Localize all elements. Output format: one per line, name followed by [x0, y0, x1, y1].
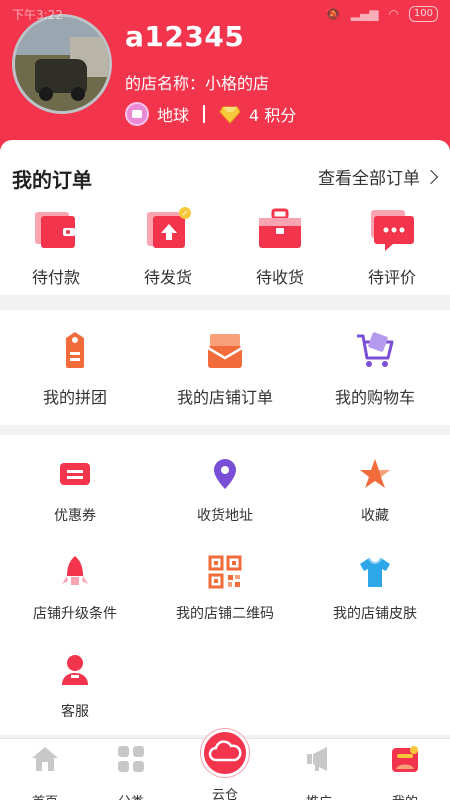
user-icon [392, 746, 418, 772]
view-all-label: 查看全部订单 [318, 169, 420, 189]
nav-promotion[interactable]: 推广 [274, 745, 364, 800]
megaphone-icon [307, 747, 327, 771]
cloud-button[interactable] [201, 729, 249, 777]
svg-text:✓: ✓ [182, 209, 189, 218]
feature-section-primary: 我的拼团 我的店铺订单 我的购物车 [0, 310, 450, 425]
order-label: 待评价 [367, 268, 416, 287]
order-label: 待发货 [143, 268, 192, 287]
my-group-buy[interactable]: 我的拼团 [0, 332, 150, 408]
chevron-right-icon [423, 169, 439, 184]
coupons[interactable]: 优惠券 [0, 457, 150, 525]
view-all-orders-link[interactable]: 查看全部订单 [318, 164, 439, 189]
level-label: 地球 [157, 106, 190, 125]
diamond-icon [219, 106, 241, 124]
nav-label: 我的 [360, 791, 450, 800]
feature-label: 优惠券 [54, 508, 96, 524]
my-shop-skin[interactable]: 我的店铺皮肤 [300, 555, 450, 623]
order-pending-payment[interactable]: 待付款 [0, 206, 112, 288]
orders-title: 我的订单 [12, 168, 92, 192]
nav-label: 云仓 [211, 788, 238, 800]
mail-icon [207, 334, 243, 368]
favorites[interactable]: 收藏 [300, 457, 450, 525]
nav-mine[interactable]: 我的 [360, 745, 450, 800]
profile-meta: 地球 4 积分 [125, 102, 296, 126]
feature-label: 我的店铺皮肤 [333, 606, 417, 622]
rocket-icon [62, 556, 88, 585]
points-label[interactable]: 4 积分 [249, 102, 296, 126]
order-pending-shipment[interactable]: ✓ 待发货 [112, 206, 224, 288]
my-shop-qr-code[interactable]: 我的店铺二维码 [150, 555, 300, 623]
location-icon [214, 459, 236, 489]
briefcase-icon [259, 208, 301, 248]
bottom-navigation: 首页 分类 云仓 推广 我的 [0, 729, 450, 800]
wallet-icon [35, 212, 75, 248]
feature-label: 我的店铺二维码 [176, 606, 274, 622]
nav-category[interactable]: 分类 [86, 745, 176, 800]
nav-label: 推广 [274, 791, 364, 800]
cloud-icon [208, 740, 242, 762]
wifi-icon: ◠ [388, 7, 399, 21]
comment-icon [371, 210, 414, 251]
signal-icon: ▂▄▆ [350, 7, 379, 21]
feature-label: 我的店铺订单 [176, 388, 273, 407]
order-label: 待收货 [255, 268, 304, 287]
my-shopping-cart[interactable]: 我的购物车 [300, 332, 450, 408]
battery-icon: 100 [408, 6, 438, 22]
home-icon [32, 747, 58, 771]
avatar[interactable] [12, 14, 112, 114]
qr-code-icon [208, 555, 242, 589]
grid-icon [118, 746, 144, 772]
status-icons: 🔕 ▂▄▆ ◠ 100 [326, 6, 438, 22]
ship-package-icon: ✓ [147, 207, 191, 248]
shirt-icon [360, 557, 390, 587]
shipping-address[interactable]: 收货地址 [150, 457, 300, 525]
feature-label: 收货地址 [197, 508, 253, 524]
feature-label: 店铺升级条件 [33, 606, 117, 622]
order-pending-review[interactable]: 待评价 [336, 206, 448, 288]
coupon-icon [60, 463, 90, 485]
nav-label: 分类 [86, 791, 176, 800]
shop-upgrade-conditions[interactable]: 店铺升级条件 [0, 555, 150, 623]
status-bar: 下午3:22 🔕 ▂▄▆ ◠ 100 [0, 0, 450, 28]
feature-label: 收藏 [361, 508, 389, 524]
feature-label: 我的购物车 [334, 388, 415, 407]
customer-service[interactable]: 客服 [0, 653, 150, 721]
cart-icon [357, 332, 394, 367]
group-tag-icon [66, 332, 84, 368]
my-shop-orders[interactable]: 我的店铺订单 [150, 332, 300, 408]
shop-name: 的店名称：小格的店 [125, 74, 270, 93]
feature-label: 我的拼团 [42, 388, 107, 407]
order-label: 待付款 [31, 268, 80, 287]
divider [203, 105, 206, 123]
nav-label: 首页 [0, 791, 90, 800]
star-icon [360, 459, 390, 488]
feature-label: 客服 [61, 704, 89, 720]
order-pending-receipt[interactable]: 待收货 [224, 206, 336, 288]
customer-service-icon [62, 655, 88, 685]
status-time: 下午3:22 [12, 7, 63, 22]
mute-icon: 🔕 [325, 7, 341, 21]
feature-section-secondary: 优惠券 收货地址 收藏 店铺升级条件 我的店铺二维码 我的店铺皮肤 客服 [0, 435, 450, 735]
nav-home[interactable]: 首页 [0, 745, 90, 800]
orders-card: 我的订单 查看全部订单 待付款 ✓ 待发货 待收货 待评价 [0, 140, 450, 295]
level-badge-icon [125, 102, 149, 126]
